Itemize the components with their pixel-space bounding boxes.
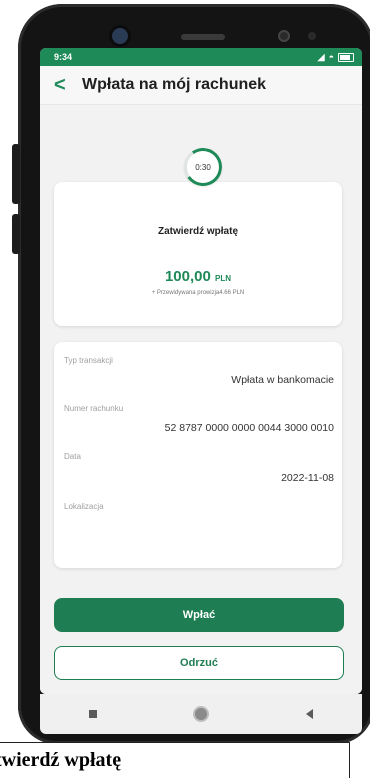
status-time: 9:34 <box>54 52 73 62</box>
wifi-icon: ◓ <box>328 52 334 62</box>
status-icons: ◢ ◓ <box>318 52 354 63</box>
page-title: Wpłata na mój rachunek <box>82 76 267 93</box>
date-label: Data <box>64 452 81 461</box>
app-header: < Wpłata na mój rachunek <box>40 66 362 105</box>
caption-text: twierdź wpłatę <box>0 742 350 778</box>
confirm-card: Zatwierdź wpłatę 100,00 PLN + Przewidywa… <box>54 182 342 326</box>
amount: 100,00 PLN <box>54 268 342 285</box>
signal-icon: ◢ <box>317 51 325 62</box>
timer-text: 0:30 <box>195 162 211 172</box>
amount-currency: PLN <box>215 274 232 283</box>
account-label: Numer rachunku <box>64 404 124 413</box>
confirm-title: Zatwierdź wpłatę <box>157 226 238 237</box>
sensor-icon <box>278 30 290 42</box>
fee-note: + Przewidywana prowizja4.66 PLN <box>151 290 245 296</box>
speaker-grille <box>181 34 225 40</box>
location-label: Lokalizacja <box>64 502 104 511</box>
details-card: Typ transakcji Wpłata w bankomacie Numer… <box>54 342 342 568</box>
nav-recents-icon[interactable] <box>89 710 98 718</box>
amount-value: 100,00 <box>164 268 211 285</box>
power-button <box>12 214 20 254</box>
phone-screen: 9:34 ◢ ◓ < Wpłata na mój rachunek Zatwie… <box>40 48 362 694</box>
reject-button[interactable]: Odrzuć <box>54 646 344 680</box>
battery-icon <box>338 52 354 62</box>
type-value: Wpłata w bankomacie <box>231 374 334 386</box>
type-label: Typ transakcji <box>64 356 113 365</box>
sensor-dot-icon <box>308 32 316 40</box>
camera-icon <box>112 28 128 44</box>
deposit-button[interactable]: Wpłać <box>54 598 344 632</box>
status-bar: 9:34 ◢ ◓ <box>40 48 362 66</box>
countdown-timer: 0:30 <box>184 148 222 186</box>
nav-home-icon[interactable] <box>195 708 208 720</box>
volume-button <box>12 144 20 204</box>
date-value: 2022-11-08 <box>281 472 334 484</box>
account-value: 52 8787 0000 0000 0044 3000 0010 <box>164 422 334 434</box>
nav-back-icon[interactable] <box>305 709 313 719</box>
back-arrow-icon[interactable]: < <box>54 75 78 95</box>
android-nav-bar <box>40 694 362 734</box>
